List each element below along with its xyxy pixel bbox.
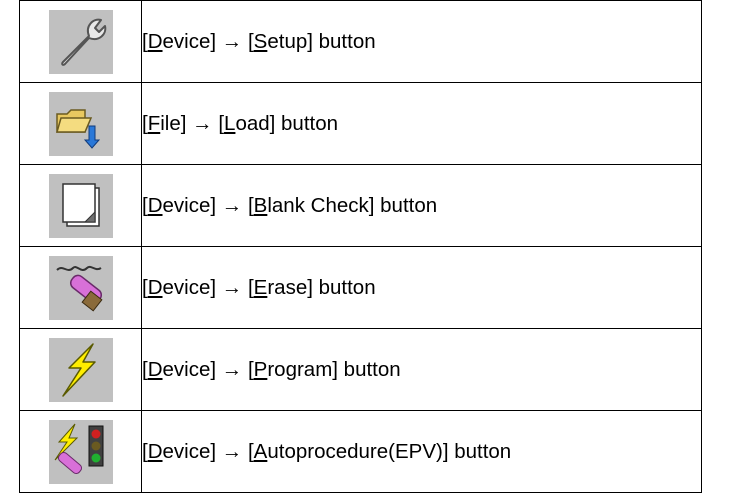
lightning-icon [48, 337, 113, 402]
table-row: [Device] → [Autoprocedure(EPV)] button [19, 410, 702, 493]
folder-load-icon [48, 91, 113, 156]
icon-cell [19, 164, 142, 247]
menu-path-text: [Device] → [Setup] button [141, 0, 702, 83]
wrench-icon [48, 9, 113, 74]
eraser-icon [48, 255, 113, 320]
table-row: [Device] → [Program] button [19, 328, 702, 411]
menu-path-text: [Device] → [Blank Check] button [141, 164, 702, 247]
icon-cell [19, 0, 142, 83]
autoprocedure-icon [48, 419, 113, 484]
table-row: [File] → [Load] button [19, 82, 702, 165]
toolbar-button-table: [Device] → [Setup] button [File] → [Load… [19, 0, 702, 493]
blank-pages-icon [48, 173, 113, 238]
menu-path-text: [Device] → [Erase] button [141, 246, 702, 329]
table-row: [Device] → [Setup] button [19, 0, 702, 83]
icon-cell [19, 328, 142, 411]
icon-cell [19, 246, 142, 329]
table-row: [Device] → [Blank Check] button [19, 164, 702, 247]
menu-path-text: [Device] → [Autoprocedure(EPV)] button [141, 410, 702, 493]
icon-cell [19, 410, 142, 493]
menu-path-text: [File] → [Load] button [141, 82, 702, 165]
menu-path-text: [Device] → [Program] button [141, 328, 702, 411]
table-row: [Device] → [Erase] button [19, 246, 702, 329]
icon-cell [19, 82, 142, 165]
